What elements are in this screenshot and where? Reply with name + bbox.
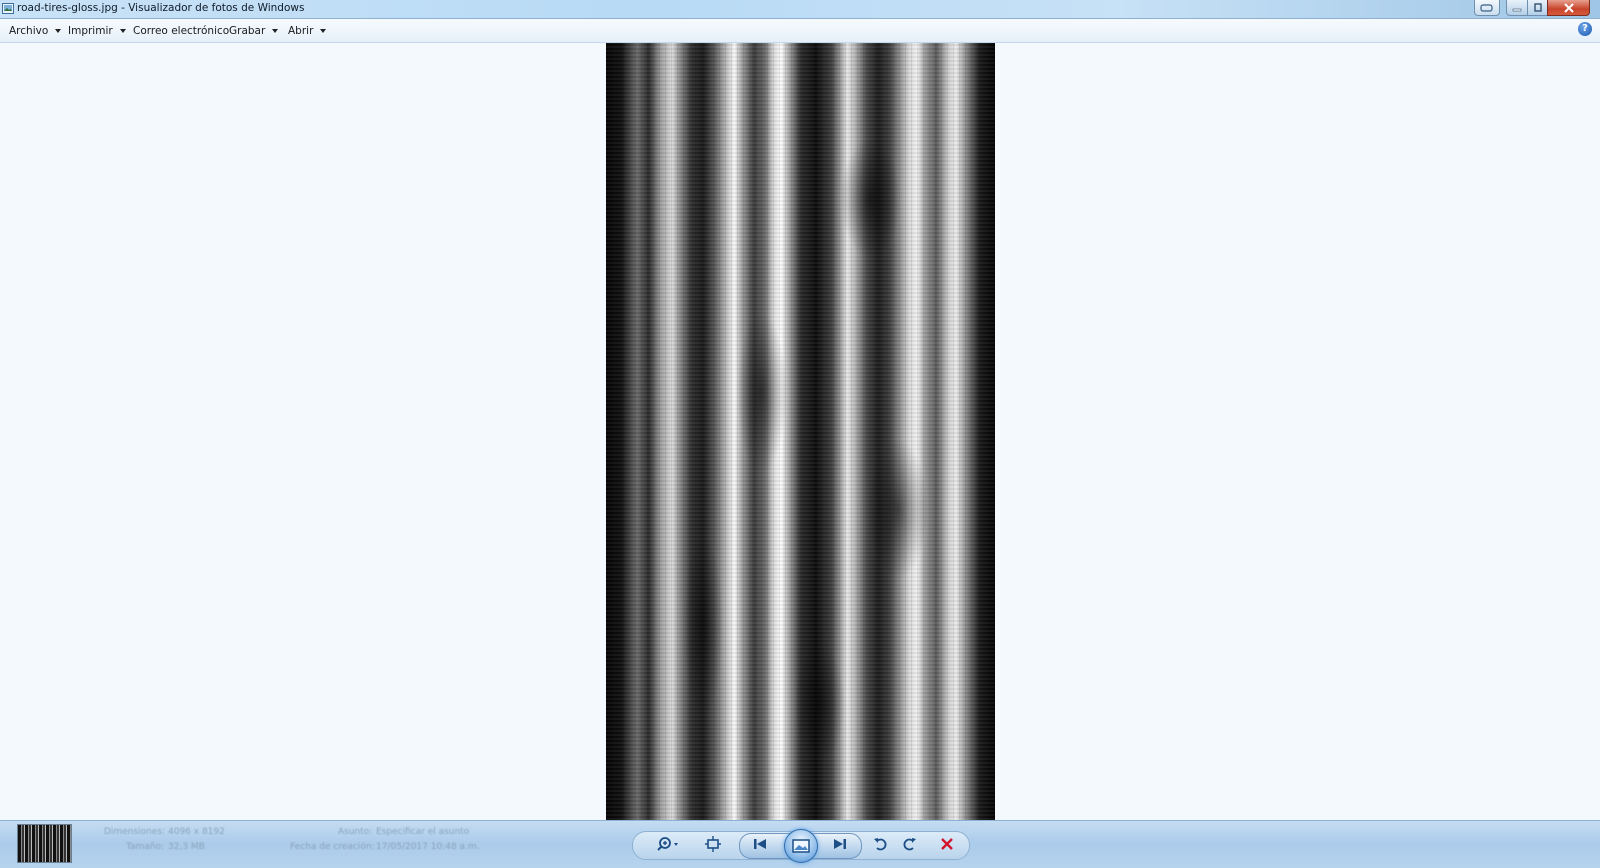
rotate-left-button[interactable] [870, 833, 892, 855]
menu-bar: Archivo Imprimir Correo electrónico Grab… [0, 19, 1600, 43]
next-button[interactable] [828, 833, 852, 855]
window-title: road-tires-gloss.jpg - Visualizador de f… [17, 2, 305, 14]
chevron-down-icon [272, 29, 279, 33]
chevron-down-icon [55, 29, 62, 33]
bottom-toolbar: Dimensiones: 4096 x 8192 Tamaño: 32,3 MB… [0, 820, 1600, 868]
delete-button[interactable] [936, 833, 958, 855]
chevron-down-icon [320, 29, 327, 33]
subject-value: Especificar el asunto [376, 827, 470, 837]
menu-imprimir[interactable]: Imprimir [68, 23, 126, 39]
displayed-photo[interactable] [606, 43, 995, 820]
close-button[interactable] [1547, 0, 1590, 16]
rotate-right-button[interactable] [898, 833, 920, 855]
slideshow-icon [792, 839, 810, 853]
menu-correo-electronico[interactable]: Correo electrónico [133, 23, 229, 39]
actual-size-button[interactable] [702, 833, 724, 855]
menu-correo-label: Correo electrónico [133, 25, 230, 37]
previous-button[interactable] [748, 833, 772, 855]
slideshow-button[interactable] [784, 829, 818, 863]
menu-grabar-label: Grabar [229, 25, 266, 37]
fit-window-icon [705, 836, 721, 852]
zoom-button[interactable] [654, 833, 684, 855]
photo-viewer-app-icon [2, 3, 14, 14]
chevron-down-icon [119, 29, 126, 33]
photo-thumbnail [17, 824, 72, 863]
menu-archivo[interactable]: Archivo [9, 23, 62, 39]
next-icon [834, 839, 846, 849]
zoom-icon [657, 837, 678, 851]
minimize-button[interactable] [1506, 0, 1528, 16]
title-bar[interactable]: road-tires-gloss.jpg - Visualizador de f… [0, 0, 1600, 19]
menu-grabar[interactable]: Grabar [229, 23, 279, 39]
menu-archivo-label: Archivo [9, 25, 49, 37]
rotate-ccw-icon [874, 838, 887, 851]
minimize-icon [1512, 8, 1522, 11]
size-label: Tamaño: [126, 842, 165, 852]
date-value: 17/05/2017 10:48 a.m. [376, 842, 480, 852]
date-label: Fecha de creación: [290, 842, 375, 852]
rotate-cw-icon [903, 838, 916, 851]
delete-icon [941, 838, 953, 850]
menu-abrir-label: Abrir [288, 25, 314, 37]
menu-abrir[interactable]: Abrir [288, 23, 327, 39]
maximize-icon [1533, 2, 1542, 12]
maximize-button[interactable] [1527, 0, 1548, 16]
size-value: 32,3 MB [168, 842, 205, 852]
image-viewer-area[interactable] [0, 43, 1600, 820]
restore-down-button[interactable] [1474, 0, 1500, 16]
subject-label: Asunto: [338, 827, 373, 837]
help-icon[interactable]: ? [1578, 22, 1592, 36]
close-icon [1563, 2, 1574, 13]
menu-imprimir-label: Imprimir [68, 25, 113, 37]
previous-icon [754, 839, 766, 849]
dimensions-value: 4096 x 8192 [168, 827, 225, 837]
restore-icon [1480, 3, 1493, 12]
dimensions-label: Dimensiones: [104, 827, 166, 837]
